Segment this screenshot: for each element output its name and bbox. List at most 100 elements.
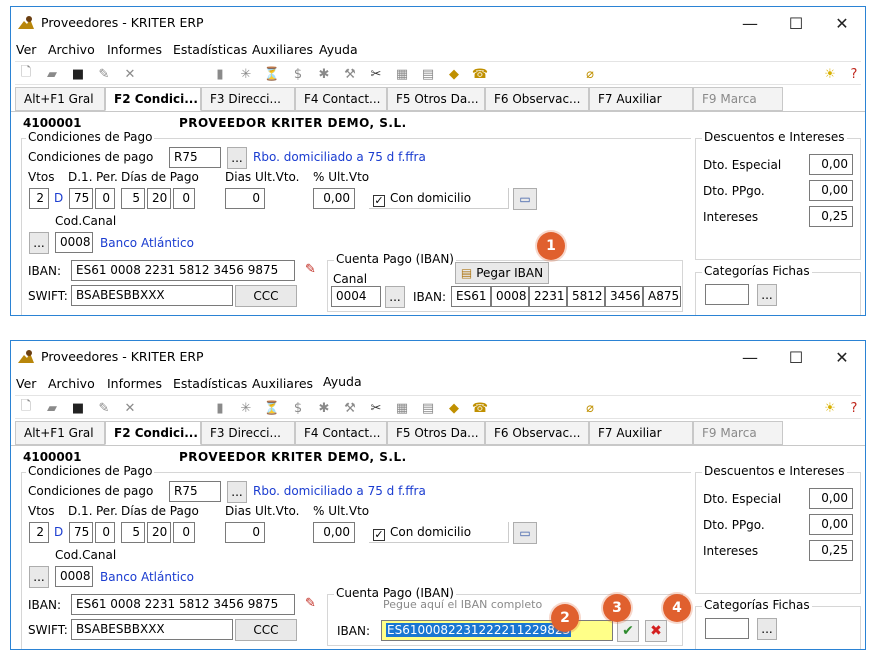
- lightbulb-icon[interactable]: ☀: [821, 399, 839, 417]
- menu-ver[interactable]: Ver: [16, 376, 36, 391]
- report-icon[interactable]: ▤: [419, 399, 437, 417]
- gear-icon[interactable]: ✱: [315, 399, 333, 417]
- condiciones-code-field[interactable]: R75: [169, 147, 221, 168]
- dias-ult-vto-field[interactable]: 0: [225, 522, 265, 543]
- funnel-icon[interactable]: ⏳: [263, 65, 281, 83]
- delete-icon[interactable]: ✕: [121, 399, 139, 417]
- pegar-iban-button[interactable]: ▤ Pegar IBAN: [455, 262, 549, 284]
- condiciones-lookup-button[interactable]: ...: [227, 481, 247, 503]
- grid-icon[interactable]: ▦: [393, 65, 411, 83]
- dias-pago-2-field[interactable]: 20: [147, 522, 171, 543]
- d1-field[interactable]: 75: [69, 522, 93, 543]
- document-icon[interactable]: ▮: [211, 65, 229, 83]
- per-field[interactable]: 0: [95, 522, 115, 543]
- snowflake-icon[interactable]: ✳: [237, 399, 255, 417]
- tools-icon[interactable]: ✂: [367, 399, 385, 417]
- tab-direcciones[interactable]: F3 Direcci...: [201, 421, 295, 445]
- iban-field[interactable]: ES61 0008 2231 5812 3456 9875: [71, 260, 295, 281]
- menu-ayuda[interactable]: Ayuda: [323, 374, 362, 389]
- menu-informes[interactable]: Informes: [107, 42, 162, 57]
- card-icon[interactable]: ▭: [513, 522, 537, 544]
- iban-part-4[interactable]: 5812: [567, 286, 605, 307]
- iban-part-1[interactable]: ES61: [451, 286, 491, 307]
- tab-marca[interactable]: F9 Marca: [693, 421, 783, 445]
- cuenta-canal-field[interactable]: 0004: [331, 286, 381, 307]
- condiciones-lookup-button[interactable]: ...: [227, 147, 247, 169]
- dto-ppgo-field[interactable]: 0,00: [809, 514, 853, 535]
- dto-especial-field[interactable]: 0,00: [809, 154, 853, 175]
- categorias-lookup-button[interactable]: ...: [757, 618, 777, 640]
- dto-especial-field[interactable]: 0,00: [809, 488, 853, 509]
- phone-icon[interactable]: ☎: [471, 399, 489, 417]
- tab-marca[interactable]: F9 Marca: [693, 87, 783, 111]
- card-icon[interactable]: ▭: [513, 188, 537, 210]
- hammer-icon[interactable]: ⚒: [341, 65, 359, 83]
- tab-condiciones[interactable]: F2 Condici...: [105, 421, 201, 445]
- canal-lookup-button[interactable]: ...: [29, 566, 49, 588]
- hammer-icon[interactable]: ⚒: [341, 399, 359, 417]
- paperclip-icon[interactable]: ⌀: [581, 65, 599, 83]
- tab-otros-datos[interactable]: F5 Otros Da...: [387, 421, 485, 445]
- funnel-icon[interactable]: ⏳: [263, 399, 281, 417]
- iban-part-3[interactable]: 2231: [529, 286, 567, 307]
- maximize-button[interactable]: ☐: [773, 345, 819, 369]
- document-icon[interactable]: ▮: [211, 399, 229, 417]
- intereses-field[interactable]: 0,25: [809, 206, 853, 227]
- tools-icon[interactable]: ✂: [367, 65, 385, 83]
- categorias-field[interactable]: [705, 618, 749, 639]
- dollar-icon[interactable]: $: [289, 65, 307, 83]
- dto-ppgo-field[interactable]: 0,00: [809, 180, 853, 201]
- minimize-button[interactable]: —: [727, 345, 773, 369]
- currency-icon[interactable]: ◆: [445, 399, 463, 417]
- condiciones-code-field[interactable]: R75: [169, 481, 221, 502]
- help-icon[interactable]: ?: [845, 65, 863, 83]
- ccc-button[interactable]: CCC: [235, 285, 297, 307]
- tab-auxiliar[interactable]: F7 Auxiliar: [589, 421, 693, 445]
- paperclip-icon[interactable]: ⌀: [581, 399, 599, 417]
- key-icon[interactable]: ✎: [305, 262, 316, 277]
- save-icon[interactable]: ■: [69, 65, 87, 83]
- snowflake-icon[interactable]: ✳: [237, 65, 255, 83]
- new-document-icon[interactable]: 🗋: [17, 399, 35, 417]
- new-document-icon[interactable]: 🗋: [17, 65, 35, 83]
- key-icon[interactable]: ✎: [305, 596, 316, 611]
- menu-ayuda[interactable]: Ayuda: [319, 42, 358, 57]
- open-folder-icon[interactable]: ▰: [43, 65, 61, 83]
- iban-part-6[interactable]: A875: [643, 286, 681, 307]
- canal-code-field[interactable]: 0008: [55, 566, 93, 587]
- per-field[interactable]: 0: [95, 188, 115, 209]
- cuenta-canal-lookup-button[interactable]: ...: [385, 286, 405, 308]
- report-icon[interactable]: ▤: [419, 65, 437, 83]
- close-button[interactable]: ✕: [819, 11, 865, 35]
- paste-iban-input[interactable]: ES6100082231222211229823: [381, 620, 613, 641]
- canal-lookup-button[interactable]: ...: [29, 232, 49, 254]
- categorias-lookup-button[interactable]: ...: [757, 284, 777, 306]
- edit-icon[interactable]: ✎: [95, 65, 113, 83]
- con-domicilio-checkbox[interactable]: ✓ Con domicilio: [369, 522, 509, 543]
- save-icon[interactable]: ■: [69, 399, 87, 417]
- tab-general[interactable]: Alt+F1 Gral: [15, 87, 105, 111]
- ccc-button[interactable]: CCC: [235, 619, 297, 641]
- dias-pago-2-field[interactable]: 20: [147, 188, 171, 209]
- grid-icon[interactable]: ▦: [393, 399, 411, 417]
- menu-auxiliares[interactable]: Auxiliares: [252, 42, 313, 57]
- dias-pago-3-field[interactable]: 0: [173, 522, 195, 543]
- phone-icon[interactable]: ☎: [471, 65, 489, 83]
- gear-icon[interactable]: ✱: [315, 65, 333, 83]
- menu-ver[interactable]: Ver: [16, 42, 36, 57]
- iban-part-2[interactable]: 0008: [491, 286, 529, 307]
- pct-ult-vto-field[interactable]: 0,00: [313, 188, 355, 209]
- help-icon[interactable]: ?: [845, 399, 863, 417]
- cancel-x-icon[interactable]: ✖: [645, 620, 667, 642]
- close-button[interactable]: ✕: [819, 345, 865, 369]
- delete-icon[interactable]: ✕: [121, 65, 139, 83]
- dias-pago-1-field[interactable]: 5: [121, 522, 145, 543]
- swift-field[interactable]: BSABESBBXXX: [71, 285, 233, 306]
- menu-estadisticas[interactable]: Estadísticas: [173, 376, 247, 391]
- tab-otros-datos[interactable]: F5 Otros Da...: [387, 87, 485, 111]
- menu-archivo[interactable]: Archivo: [48, 42, 95, 57]
- tab-contactos[interactable]: F4 Contact...: [295, 87, 387, 111]
- minimize-button[interactable]: —: [727, 11, 773, 35]
- intereses-field[interactable]: 0,25: [809, 540, 853, 561]
- tab-condiciones[interactable]: F2 Condici...: [105, 87, 201, 111]
